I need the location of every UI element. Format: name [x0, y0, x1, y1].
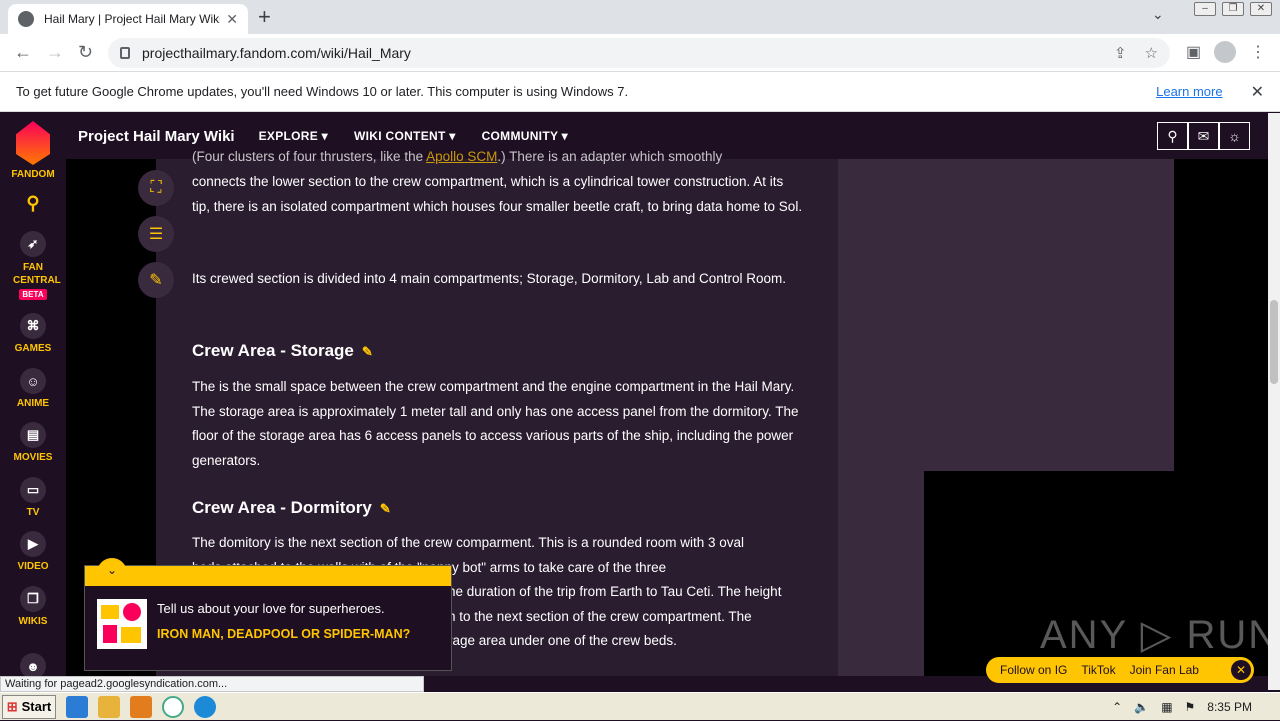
close-window-button[interactable]: ✕: [1250, 2, 1272, 16]
rocket-icon: ➶: [20, 231, 46, 257]
social-close-icon[interactable]: ✕: [1231, 660, 1251, 680]
profile-icon[interactable]: [1214, 41, 1236, 63]
status-bar: Waiting for pagead2.googlesyndication.co…: [0, 676, 424, 692]
windows-logo-icon: ⊞: [6, 698, 18, 714]
explore-menu[interactable]: EXPLORE ▾: [259, 129, 328, 143]
tab-title: Hail Mary | Project Hail Mary Wiki | F: [44, 12, 221, 26]
right-rail: [838, 159, 1174, 471]
discussions-icon[interactable]: ✉: [1188, 122, 1219, 150]
paragraph-storage: The is the small space between the crew …: [192, 379, 799, 468]
community-menu[interactable]: COMMUNITY ▾: [482, 129, 568, 143]
browser-toolbar: ← → ↻ projecthailmary.fandom.com/wiki/Ha…: [0, 34, 1280, 72]
new-tab-button[interactable]: +: [258, 4, 271, 30]
tab-active[interactable]: Hail Mary | Project Hail Mary Wiki | F ✕: [8, 4, 248, 34]
page-scrollbar[interactable]: [1268, 113, 1280, 690]
infobar-message: To get future Google Chrome updates, you…: [16, 84, 629, 99]
share-icon[interactable]: ⇪: [1114, 44, 1127, 62]
forward-button[interactable]: →: [46, 42, 64, 62]
rail-tv[interactable]: ▭ TV: [0, 477, 66, 518]
reload-button[interactable]: ↻: [78, 42, 93, 62]
maximize-button[interactable]: ❐: [1222, 2, 1244, 16]
clapperboard-icon: ▤: [20, 422, 46, 448]
paragraph-intro-cut: (Four clusters of four thrusters, like t…: [192, 149, 723, 164]
window-controls: – ❐ ✕: [1194, 2, 1272, 16]
wiki-title[interactable]: Project Hail Mary Wiki: [78, 128, 235, 145]
rail-anime[interactable]: ☺ ANIME: [0, 368, 66, 409]
tab-strip: Hail Mary | Project Hail Mary Wiki | F ✕…: [0, 0, 1280, 34]
network-icon[interactable]: ▦: [1161, 700, 1172, 714]
play-icon: ▶: [20, 531, 46, 557]
clock[interactable]: 8:35 PM: [1207, 700, 1252, 714]
fullscreen-icon[interactable]: ⛶: [138, 170, 174, 206]
windows-taskbar: ⊞ Start ⌃ 🔈 ▦ ⚑ 8:35 PM: [0, 692, 1280, 720]
fandom-logo-icon: [16, 121, 50, 165]
paragraph-compartments: Its crewed section is divided into 4 mai…: [192, 271, 787, 286]
rail-movies[interactable]: ▤ MOVIES: [0, 422, 66, 463]
beta-badge: BETA: [19, 289, 47, 300]
bookmark-star-icon[interactable]: ☆: [1145, 44, 1158, 62]
right-rail-lower: [838, 471, 924, 676]
explorer-icon[interactable]: [98, 695, 120, 718]
edge-icon[interactable]: [194, 695, 216, 718]
globe-icon: [18, 11, 34, 27]
gamepad-icon: ⌘: [20, 313, 46, 339]
lock-icon[interactable]: [120, 47, 130, 59]
heading-dormitory: Crew Area - Dormitory ✎: [192, 498, 391, 517]
media-player-icon[interactable]: [130, 695, 152, 718]
social-bar: Follow on IG TikTok Join Fan Lab ✕: [986, 657, 1254, 683]
book-icon: ❐: [20, 586, 46, 612]
heading-storage: Crew Area - Storage ✎: [192, 341, 373, 360]
back-button[interactable]: ←: [14, 42, 32, 62]
anime-face-icon: ☺: [20, 368, 46, 394]
toc-list-icon[interactable]: ☰: [138, 216, 174, 252]
learn-more-link[interactable]: Learn more: [1156, 84, 1222, 99]
quiz-popup[interactable]: ⌄ Tell us about your love for superheroe…: [84, 558, 452, 671]
popup-answer-link[interactable]: IRON MAN, DEADPOOL OR SPIDER-MAN?: [157, 626, 417, 642]
tray-expand-icon[interactable]: ⌃: [1112, 700, 1122, 714]
wiki-content-menu[interactable]: WIKI CONTENT ▾: [354, 129, 456, 143]
edit-section-icon[interactable]: ✎: [380, 501, 391, 516]
side-panel-icon[interactable]: ▣: [1186, 42, 1201, 62]
rail-video[interactable]: ▶ VIDEO: [0, 531, 66, 572]
paragraph-intro: connects the lower section to the crew c…: [192, 174, 803, 214]
rail-games[interactable]: ⌘ GAMES: [0, 313, 66, 354]
volume-icon[interactable]: 🔈: [1134, 700, 1149, 714]
scrollbar-thumb[interactable]: [1270, 300, 1278, 384]
rail-fandom[interactable]: FANDOM: [0, 121, 66, 180]
update-infobar: To get future Google Chrome updates, you…: [0, 72, 1280, 112]
tiktok-link[interactable]: TikTok: [1081, 663, 1115, 677]
follow-ig-link[interactable]: Follow on IG: [1000, 663, 1067, 677]
nav-actions: ⚲ ✉ ☼: [1157, 122, 1250, 150]
tab-search-icon[interactable]: ⌄: [1152, 6, 1164, 23]
chrome-icon[interactable]: [162, 695, 184, 718]
search-icon[interactable]: ⚲: [1157, 122, 1188, 150]
system-tray: ⌃ 🔈 ▦ ⚑ 8:35 PM: [1112, 693, 1280, 721]
url-text[interactable]: projecthailmary.fandom.com/wiki/Hail_Mar…: [142, 45, 1096, 61]
search-icon[interactable]: ⚲: [0, 193, 66, 214]
ie-icon[interactable]: [66, 695, 88, 718]
rail-wikis[interactable]: ❐ WIKIS: [0, 586, 66, 627]
tab-close-icon[interactable]: ✕: [226, 11, 238, 28]
infobar-close-icon[interactable]: ✕: [1251, 82, 1264, 102]
apollo-scm-link[interactable]: Apollo SCM: [426, 149, 497, 164]
popup-question: Tell us about your love for superheroes.: [157, 601, 385, 616]
flag-icon[interactable]: ⚑: [1185, 700, 1196, 714]
anyrun-watermark: ANY ▷ RUN: [1040, 613, 1280, 657]
edit-pencil-icon[interactable]: ✎: [138, 262, 174, 298]
tv-icon: ▭: [20, 477, 46, 503]
menu-kebab-icon[interactable]: ⋮: [1250, 42, 1266, 62]
rail-fan-central[interactable]: ➶ FAN CENTRAL BETA: [0, 231, 66, 300]
minimize-button[interactable]: –: [1194, 2, 1216, 16]
address-bar[interactable]: projecthailmary.fandom.com/wiki/Hail_Mar…: [108, 38, 1170, 68]
collapse-chevron-icon[interactable]: ⌄: [97, 558, 127, 580]
theme-toggle-icon[interactable]: ☼: [1219, 122, 1250, 150]
global-nav-rail: FANDOM ⚲ ➶ FAN CENTRAL BETA ⌘ GAMES ☺ AN…: [0, 113, 66, 679]
edit-section-icon[interactable]: ✎: [362, 344, 373, 359]
superhero-image: [97, 599, 147, 649]
join-fan-lab-link[interactable]: Join Fan Lab: [1130, 663, 1199, 677]
start-button[interactable]: ⊞ Start: [2, 694, 56, 719]
popup-header-bar: [85, 566, 451, 586]
